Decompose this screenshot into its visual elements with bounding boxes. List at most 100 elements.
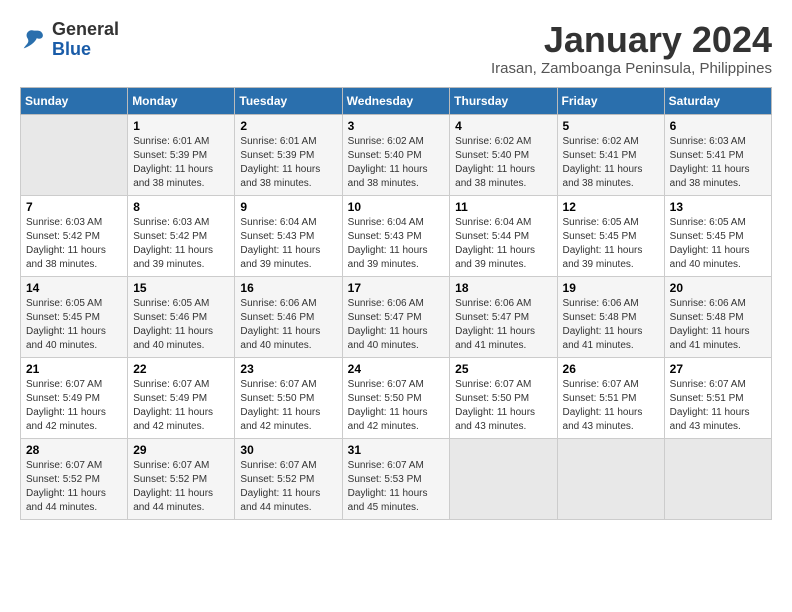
day-number: 10 [348, 200, 445, 214]
day-info: Sunrise: 6:05 AMSunset: 5:45 PMDaylight:… [563, 216, 659, 272]
calendar-body: 1Sunrise: 6:01 AMSunset: 5:39 PMDaylight… [21, 114, 772, 519]
calendar-cell [450, 438, 557, 519]
calendar-header-cell: Friday [557, 87, 664, 114]
day-info: Sunrise: 6:06 AMSunset: 5:47 PMDaylight:… [348, 297, 445, 353]
calendar-cell: 14 Sunrise: 6:05 AMSunset: 5:45 PMDayligh… [21, 276, 128, 357]
day-number: 19 [563, 281, 659, 295]
day-number: 26 [563, 362, 659, 376]
calendar-cell: 5 Sunrise: 6:02 AMSunset: 5:41 PMDaylight… [557, 114, 664, 195]
day-number: 21 [26, 362, 122, 376]
calendar-cell: 17 Sunrise: 6:06 AMSunset: 5:47 PMDayligh… [342, 276, 450, 357]
day-number: 20 [670, 281, 766, 295]
day-number: 11 [455, 200, 551, 214]
calendar-cell: 20 Sunrise: 6:06 AMSunset: 5:48 PMDayligh… [664, 276, 771, 357]
calendar-table: SundayMondayTuesdayWednesdayThursdayFrid… [20, 87, 772, 520]
day-number: 13 [670, 200, 766, 214]
calendar-cell: 19 Sunrise: 6:06 AMSunset: 5:48 PMDayligh… [557, 276, 664, 357]
day-number: 28 [26, 443, 122, 457]
day-info: Sunrise: 6:06 AMSunset: 5:46 PMDaylight:… [240, 297, 336, 353]
day-info: Sunrise: 6:07 AMSunset: 5:50 PMDaylight:… [348, 378, 445, 434]
calendar-header-cell: Saturday [664, 87, 771, 114]
calendar-week-row: 1Sunrise: 6:01 AMSunset: 5:39 PMDaylight… [21, 114, 772, 195]
calendar-cell: 18 Sunrise: 6:06 AMSunset: 5:47 PMDayligh… [450, 276, 557, 357]
day-info: Sunrise: 6:07 AMSunset: 5:53 PMDaylight:… [348, 459, 445, 515]
calendar-cell: 8 Sunrise: 6:03 AMSunset: 5:42 PMDaylight… [128, 195, 235, 276]
day-info: Sunrise: 6:07 AMSunset: 5:49 PMDaylight:… [133, 378, 229, 434]
day-info: Sunrise: 6:02 AMSunset: 5:41 PMDaylight:… [563, 135, 659, 191]
day-number: 7 [26, 200, 122, 214]
calendar-week-row: 28 Sunrise: 6:07 AMSunset: 5:52 PMDayligh… [21, 438, 772, 519]
calendar-cell: 26 Sunrise: 6:07 AMSunset: 5:51 PMDayligh… [557, 357, 664, 438]
calendar-cell: 1Sunrise: 6:01 AMSunset: 5:39 PMDaylight… [128, 114, 235, 195]
day-number: 5 [563, 119, 659, 133]
calendar-cell: 12Sunrise: 6:05 AMSunset: 5:45 PMDayligh… [557, 195, 664, 276]
calendar-cell: 13 Sunrise: 6:05 AMSunset: 5:45 PMDayligh… [664, 195, 771, 276]
day-info: Sunrise: 6:05 AMSunset: 5:45 PMDaylight:… [670, 216, 766, 272]
day-info: Sunrise: 6:07 AMSunset: 5:52 PMDaylight:… [26, 459, 122, 515]
day-info: Sunrise: 6:01 AMSunset: 5:39 PMDaylight:… [133, 135, 229, 191]
calendar-week-row: 14 Sunrise: 6:05 AMSunset: 5:45 PMDayligh… [21, 276, 772, 357]
calendar-cell [21, 114, 128, 195]
calendar-cell: 16 Sunrise: 6:06 AMSunset: 5:46 PMDayligh… [235, 276, 342, 357]
day-info: Sunrise: 6:06 AMSunset: 5:48 PMDaylight:… [563, 297, 659, 353]
calendar-cell: 25 Sunrise: 6:07 AMSunset: 5:50 PMDayligh… [450, 357, 557, 438]
day-info: Sunrise: 6:04 AMSunset: 5:44 PMDaylight:… [455, 216, 551, 272]
calendar-cell: 6 Sunrise: 6:03 AMSunset: 5:41 PMDaylight… [664, 114, 771, 195]
day-info: Sunrise: 6:05 AMSunset: 5:45 PMDaylight:… [26, 297, 122, 353]
day-number: 4 [455, 119, 551, 133]
page-header: General Blue January 2024 Irasan, Zamboa… [20, 20, 772, 77]
calendar-cell: 11 Sunrise: 6:04 AMSunset: 5:44 PMDayligh… [450, 195, 557, 276]
day-info: Sunrise: 6:03 AMSunset: 5:42 PMDaylight:… [133, 216, 229, 272]
day-number: 6 [670, 119, 766, 133]
day-info: Sunrise: 6:01 AMSunset: 5:39 PMDaylight:… [240, 135, 336, 191]
day-number: 17 [348, 281, 445, 295]
title-section: January 2024 Irasan, Zamboanga Peninsula… [491, 20, 772, 77]
day-number: 14 [26, 281, 122, 295]
day-info: Sunrise: 6:04 AMSunset: 5:43 PMDaylight:… [348, 216, 445, 272]
day-info: Sunrise: 6:04 AMSunset: 5:43 PMDaylight:… [240, 216, 336, 272]
day-number: 24 [348, 362, 445, 376]
day-info: Sunrise: 6:07 AMSunset: 5:50 PMDaylight:… [240, 378, 336, 434]
calendar-cell: 29 Sunrise: 6:07 AMSunset: 5:52 PMDayligh… [128, 438, 235, 519]
day-number: 27 [670, 362, 766, 376]
calendar-header-cell: Tuesday [235, 87, 342, 114]
logo-icon [20, 26, 48, 54]
calendar-header-row: SundayMondayTuesdayWednesdayThursdayFrid… [21, 87, 772, 114]
calendar-week-row: 7 Sunrise: 6:03 AMSunset: 5:42 PMDaylight… [21, 195, 772, 276]
logo: General Blue [20, 20, 119, 60]
calendar-cell: 23Sunrise: 6:07 AMSunset: 5:50 PMDayligh… [235, 357, 342, 438]
day-number: 22 [133, 362, 229, 376]
calendar-cell: 24 Sunrise: 6:07 AMSunset: 5:50 PMDayligh… [342, 357, 450, 438]
day-info: Sunrise: 6:07 AMSunset: 5:52 PMDaylight:… [133, 459, 229, 515]
day-info: Sunrise: 6:02 AMSunset: 5:40 PMDaylight:… [455, 135, 551, 191]
day-info: Sunrise: 6:03 AMSunset: 5:41 PMDaylight:… [670, 135, 766, 191]
day-info: Sunrise: 6:07 AMSunset: 5:50 PMDaylight:… [455, 378, 551, 434]
calendar-cell: 9 Sunrise: 6:04 AMSunset: 5:43 PMDaylight… [235, 195, 342, 276]
calendar-header-cell: Thursday [450, 87, 557, 114]
calendar-cell: 7Sunrise: 6:03 AMSunset: 5:42 PMDaylight… [21, 195, 128, 276]
calendar-header-cell: Wednesday [342, 87, 450, 114]
day-info: Sunrise: 6:07 AMSunset: 5:51 PMDaylight:… [563, 378, 659, 434]
day-number: 29 [133, 443, 229, 457]
calendar-cell [557, 438, 664, 519]
day-number: 9 [240, 200, 336, 214]
calendar-cell: 27 Sunrise: 6:07 AMSunset: 5:51 PMDayligh… [664, 357, 771, 438]
day-number: 16 [240, 281, 336, 295]
day-info: Sunrise: 6:02 AMSunset: 5:40 PMDaylight:… [348, 135, 445, 191]
day-number: 25 [455, 362, 551, 376]
day-info: Sunrise: 6:06 AMSunset: 5:48 PMDaylight:… [670, 297, 766, 353]
calendar-cell: 22 Sunrise: 6:07 AMSunset: 5:49 PMDayligh… [128, 357, 235, 438]
calendar-cell: 21 Sunrise: 6:07 AMSunset: 5:49 PMDayligh… [21, 357, 128, 438]
day-info: Sunrise: 6:07 AMSunset: 5:49 PMDaylight:… [26, 378, 122, 434]
day-number: 15 [133, 281, 229, 295]
day-number: 2 [240, 119, 336, 133]
calendar-cell: 10 Sunrise: 6:04 AMSunset: 5:43 PMDayligh… [342, 195, 450, 276]
calendar-cell: 2 Sunrise: 6:01 AMSunset: 5:39 PMDaylight… [235, 114, 342, 195]
day-number: 18 [455, 281, 551, 295]
day-info: Sunrise: 6:06 AMSunset: 5:47 PMDaylight:… [455, 297, 551, 353]
calendar-cell: 31Sunrise: 6:07 AMSunset: 5:53 PMDayligh… [342, 438, 450, 519]
calendar-cell [664, 438, 771, 519]
day-info: Sunrise: 6:07 AMSunset: 5:51 PMDaylight:… [670, 378, 766, 434]
day-number: 8 [133, 200, 229, 214]
calendar-week-row: 21 Sunrise: 6:07 AMSunset: 5:49 PMDayligh… [21, 357, 772, 438]
